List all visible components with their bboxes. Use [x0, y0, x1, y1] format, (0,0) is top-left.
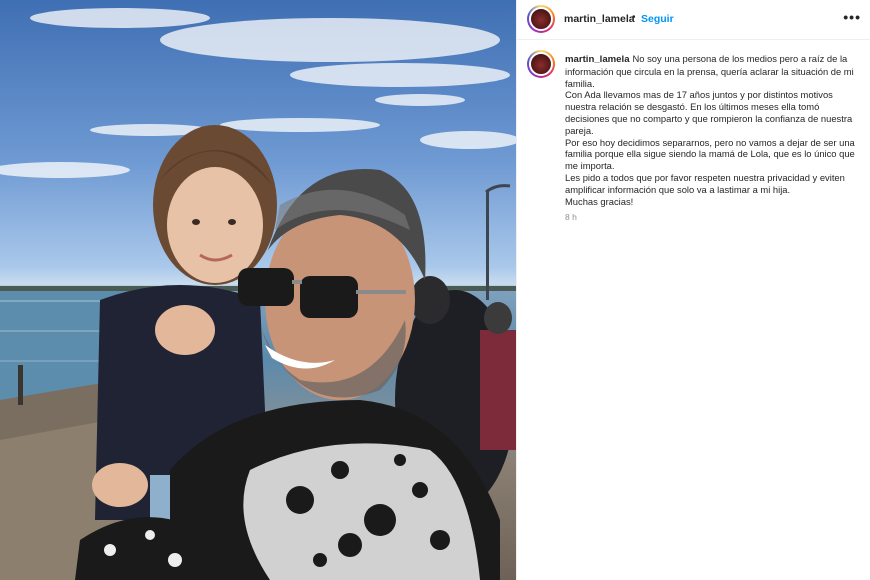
caption-paragraph: Por eso hoy decidimos separarnos, pero n… [565, 136, 855, 172]
caption-author-avatar[interactable] [527, 50, 555, 78]
caption-body: martin_lamela No soy una persona de los m… [565, 53, 861, 224]
author-avatar[interactable] [527, 5, 555, 33]
caption-paragraph: Les pido a todos que por favor respeten … [565, 171, 845, 195]
author-username[interactable]: martin_lamela [564, 13, 635, 25]
post-sidebar: martin_lamela • Seguir ••• martin_lamela… [516, 0, 870, 580]
post-header: martin_lamela • Seguir ••• [517, 0, 870, 40]
post-photo[interactable] [0, 0, 516, 580]
separator-dot: • [632, 12, 636, 23]
caption-paragraph: Muchas gracias! [565, 195, 634, 207]
caption-username[interactable]: martin_lamela [565, 54, 630, 65]
caption-paragraph: Con Ada llevamos mas de 17 años juntos y… [565, 89, 853, 136]
follow-button[interactable]: Seguir [641, 13, 674, 25]
more-options-icon[interactable]: ••• [843, 9, 861, 25]
photo-illustration [0, 8, 516, 580]
post-timestamp[interactable]: 8 h [565, 212, 861, 224]
caption-paragraph: martin_lamela No soy una persona de los m… [565, 53, 854, 89]
